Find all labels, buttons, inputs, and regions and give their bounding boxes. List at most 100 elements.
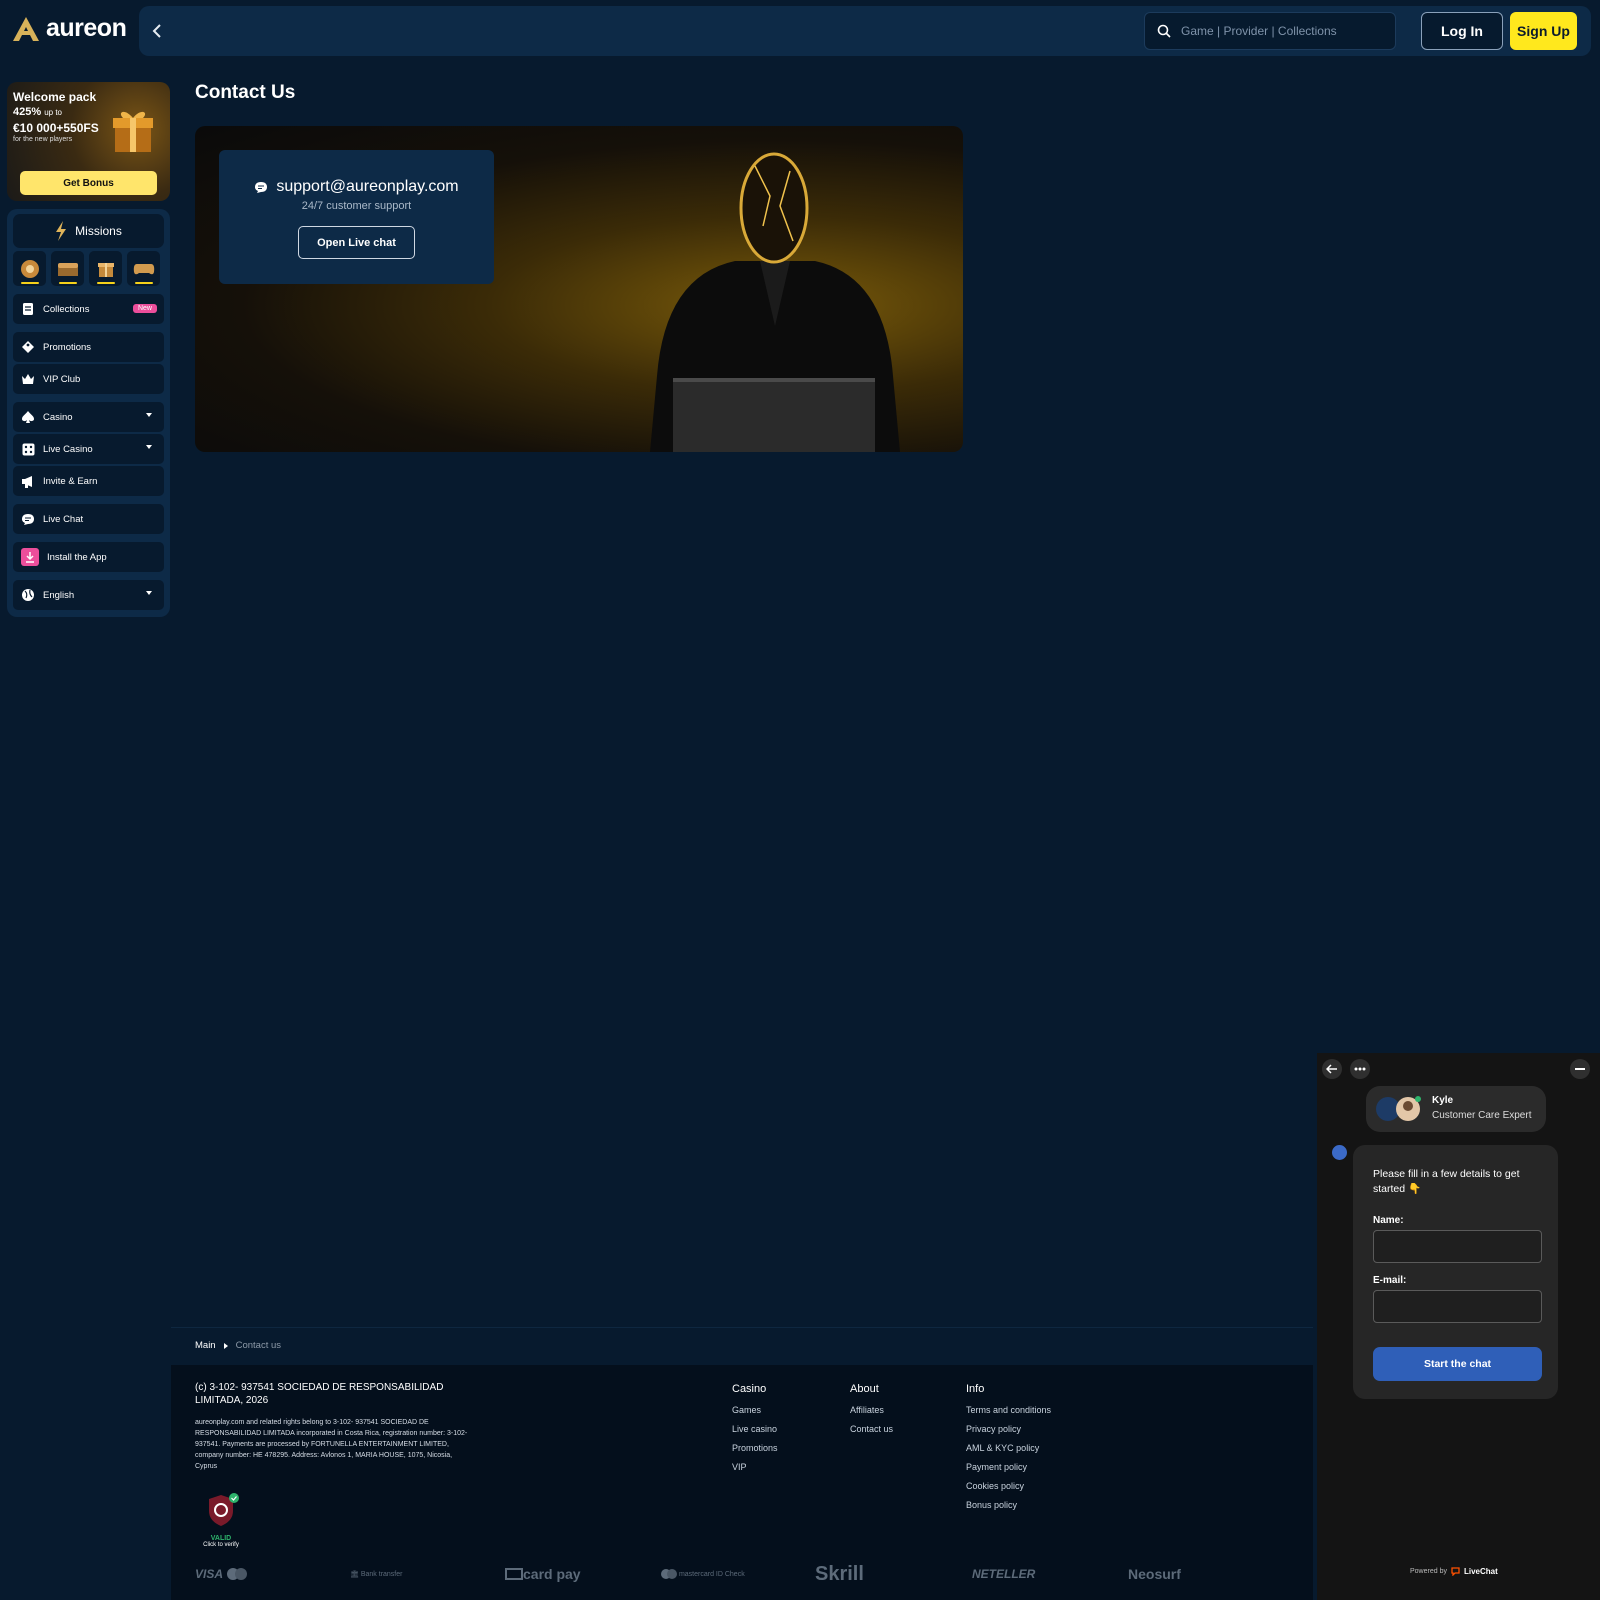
logo-text: aureon: [46, 14, 127, 42]
sidebar-item-casino[interactable]: Casino: [13, 402, 164, 432]
dice-icon: [21, 442, 35, 456]
footer-link[interactable]: Contact us: [850, 1424, 893, 1443]
gift-icon: [113, 111, 153, 152]
welcome-note: for the new players: [13, 136, 73, 143]
megaphone-icon: [21, 474, 35, 488]
page-title: Contact Us: [195, 82, 296, 103]
footer-link[interactable]: Terms and conditions: [966, 1405, 1051, 1424]
globe-icon: [21, 588, 35, 602]
get-bonus-button[interactable]: Get Bonus: [20, 171, 157, 195]
chevron-down-icon: [146, 413, 152, 417]
mission-tile[interactable]: [13, 251, 46, 286]
powered-by-text: Powered by: [1410, 1568, 1447, 1575]
neteller-logo: NETELLER: [972, 1567, 1036, 1581]
email-field[interactable]: [1373, 1290, 1542, 1323]
search-box[interactable]: [1144, 12, 1396, 50]
chat-minimize-button[interactable]: [1570, 1059, 1590, 1079]
skrill-logo: Skrill: [815, 1562, 864, 1585]
gift-box-icon: [97, 262, 114, 277]
welcome-pack-banner[interactable]: Welcome pack 425% up to €10 000+550FS fo…: [7, 82, 170, 201]
sidebar-item-live-chat[interactable]: Live Chat: [13, 504, 164, 534]
search-icon: [1157, 24, 1171, 38]
footer-company: (c) 3-102- 937541 SOCIEDAD DE RESPONSABI…: [195, 1382, 444, 1406]
logo[interactable]: aureon: [12, 14, 127, 43]
footer-column-casino: Casino Games Live casino Promotions VIP: [732, 1383, 778, 1481]
footer-link[interactable]: Promotions: [732, 1443, 778, 1462]
powered-by[interactable]: Powered by LiveChat: [1410, 1567, 1498, 1576]
mission-progress: [59, 282, 77, 284]
arrow-left-icon: [1326, 1064, 1337, 1074]
collapse-sidebar-button[interactable]: [146, 19, 168, 43]
sidebar-item-vip-club[interactable]: VIP Club: [13, 364, 164, 394]
footer-link[interactable]: Bonus policy: [966, 1500, 1051, 1519]
agent-card: Kyle Customer Care Expert: [1366, 1086, 1546, 1132]
language-label: English: [43, 589, 75, 601]
chevron-left-icon: [152, 24, 161, 38]
footer-link[interactable]: Cookies policy: [966, 1481, 1051, 1500]
livechat-widget: Kyle Customer Care Expert Please fill in…: [1317, 1053, 1600, 1600]
breadcrumb: Main Contact us: [171, 1327, 1313, 1363]
name-label: Name:: [1373, 1215, 1404, 1226]
sidebar-item-label: Live Casino: [43, 443, 93, 455]
missions-button[interactable]: Missions: [13, 214, 164, 248]
lightning-icon: [56, 221, 67, 241]
language-selector[interactable]: English: [13, 580, 164, 610]
search-input[interactable]: [1181, 24, 1381, 38]
chevron-right-icon: [223, 1342, 228, 1349]
signup-button[interactable]: Sign Up: [1510, 12, 1577, 50]
wheel-icon: [20, 259, 39, 278]
cardpay-logo: card pay: [505, 1559, 581, 1589]
mission-tile[interactable]: [51, 251, 84, 286]
gamepad-icon: [133, 263, 154, 274]
footer-column-info: Info Terms and conditions Privacy policy…: [966, 1383, 1051, 1519]
sidebar-item-collections[interactable]: Collections New: [13, 294, 164, 324]
footer-link[interactable]: Affiliates: [850, 1405, 893, 1424]
breadcrumb-current: Contact us: [235, 1340, 282, 1351]
more-icon: [1354, 1067, 1366, 1071]
mission-tile[interactable]: [127, 251, 160, 286]
crown-icon: [21, 372, 35, 386]
mission-progress: [97, 282, 115, 284]
footer-column-title: Casino: [732, 1383, 767, 1395]
footer-link[interactable]: Games: [732, 1405, 778, 1424]
contact-card: support@aureonplay.com 24/7 customer sup…: [219, 150, 494, 284]
start-chat-button[interactable]: Start the chat: [1373, 1347, 1542, 1381]
chevron-down-icon: [146, 591, 152, 595]
footer: (c) 3-102- 937541 SOCIEDAD DE RESPONSABI…: [171, 1365, 1313, 1600]
footer-link[interactable]: AML & KYC policy: [966, 1443, 1051, 1462]
prechat-form: Please fill in a few details to get star…: [1353, 1145, 1558, 1399]
new-badge: New: [132, 304, 157, 313]
sidebar-item-promotions[interactable]: Promotions: [13, 332, 164, 362]
name-field[interactable]: [1373, 1230, 1542, 1263]
footer-link[interactable]: Privacy policy: [966, 1424, 1051, 1443]
license-seal[interactable]: VALID Click to verify: [197, 1493, 245, 1551]
chat-back-button[interactable]: [1322, 1059, 1342, 1079]
missions-label: Missions: [75, 224, 122, 238]
mission-tile[interactable]: [89, 251, 122, 286]
sidebar-item-live-casino[interactable]: Live Casino: [13, 434, 164, 464]
sidebar-item-invite-earn[interactable]: Invite & Earn: [13, 466, 164, 496]
footer-column-title: Info: [966, 1383, 985, 1395]
bot-avatar-icon: [1332, 1145, 1347, 1160]
sidebar-item-label: Install the App: [47, 551, 107, 563]
welcome-title: Welcome pack: [13, 90, 97, 104]
support-email[interactable]: support@aureonplay.com: [219, 178, 494, 196]
footer-link[interactable]: Live casino: [732, 1424, 778, 1443]
mission-progress: [135, 282, 153, 284]
mastercard-idcheck-logo: mastercard ID Check: [661, 1559, 745, 1589]
livechat-brand: LiveChat: [1463, 1567, 1498, 1576]
email-label: E-mail:: [1373, 1275, 1407, 1286]
promotions-icon: [21, 340, 35, 354]
welcome-percent: 425% up to: [13, 106, 62, 118]
footer-column-about: About Affiliates Contact us: [850, 1383, 893, 1443]
footer-link[interactable]: VIP: [732, 1462, 778, 1481]
agent-name: Kyle: [1432, 1095, 1454, 1106]
login-button[interactable]: Log In: [1421, 12, 1503, 50]
sidebar-item-install-app[interactable]: Install the App: [13, 542, 164, 572]
footer-link[interactable]: Payment policy: [966, 1462, 1051, 1481]
agent-role: Customer Care Expert: [1432, 1110, 1532, 1121]
chat-menu-button[interactable]: [1350, 1059, 1370, 1079]
breadcrumb-home[interactable]: Main: [195, 1340, 216, 1351]
open-live-chat-button[interactable]: Open Live chat: [298, 226, 415, 259]
download-icon: [21, 548, 39, 566]
